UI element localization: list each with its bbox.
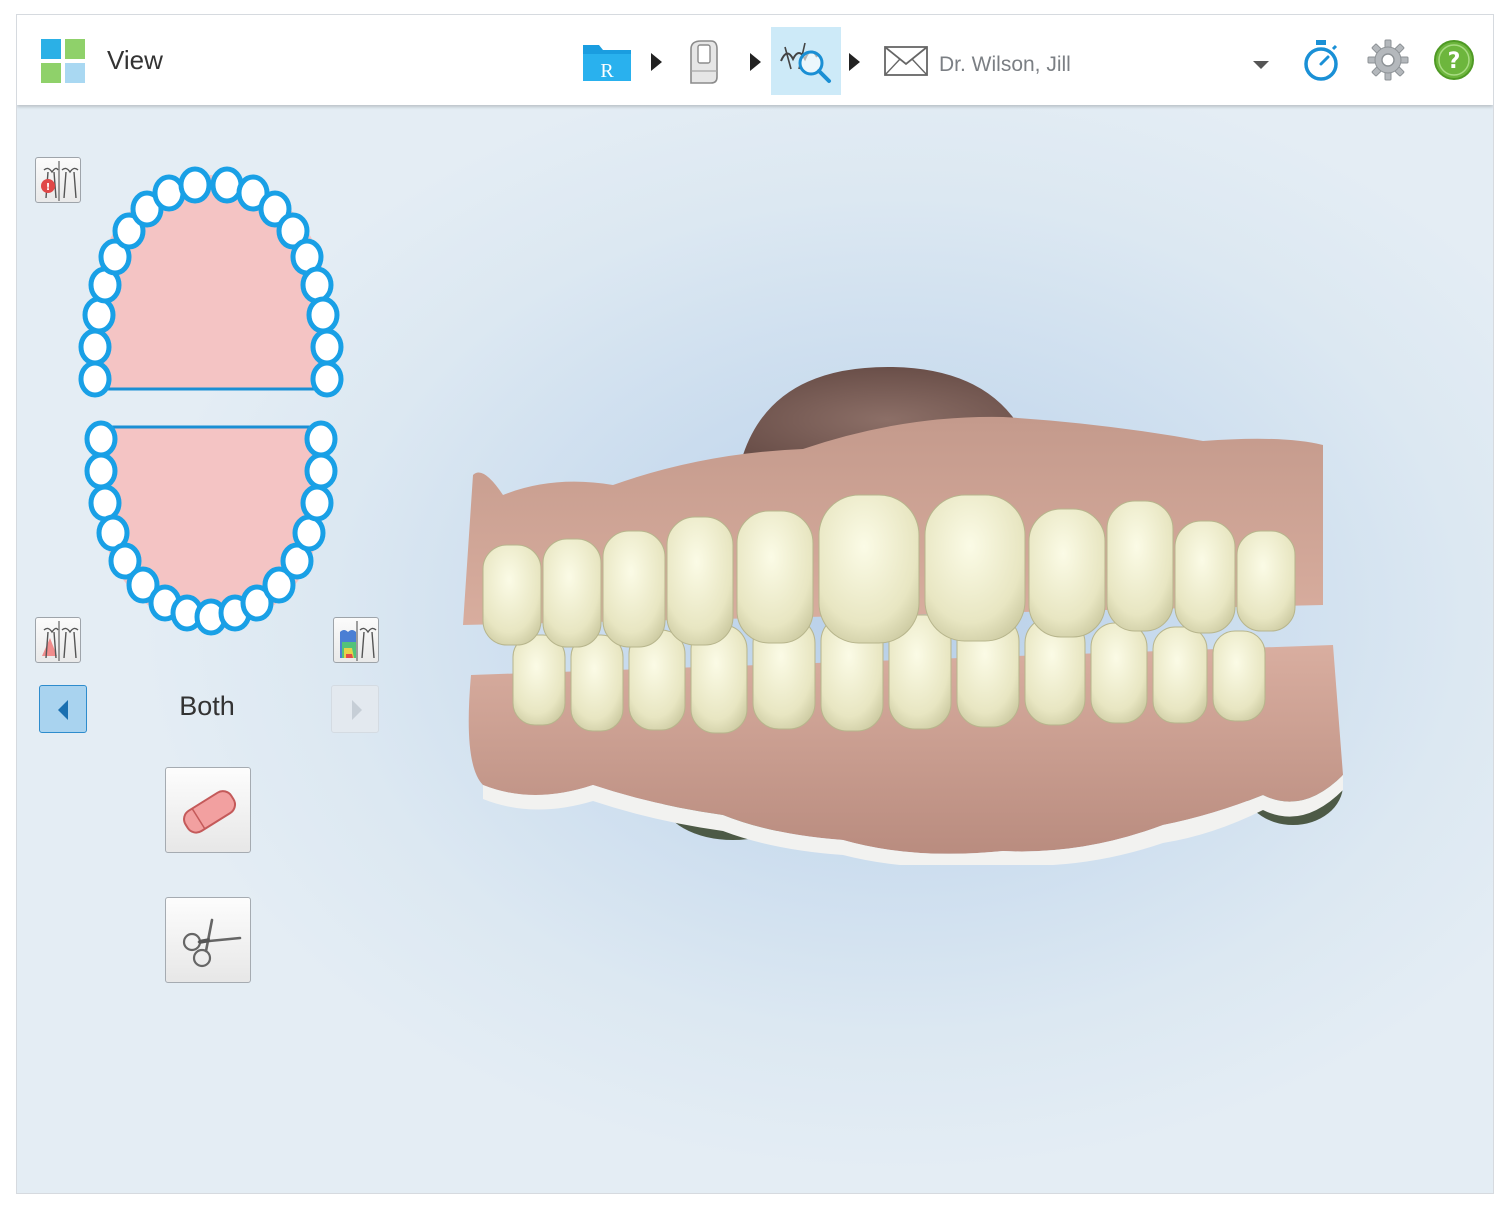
send-envelope-icon [884, 46, 928, 76]
workflow-step-rx[interactable]: R [581, 39, 633, 83]
next-jaw-button[interactable] [331, 685, 379, 733]
gear-icon [1367, 39, 1409, 81]
chevron-right-icon [352, 700, 362, 720]
lower-jaw[interactable] [87, 423, 335, 633]
jaw-selector-diagram [71, 151, 361, 651]
tooth-occlusion-icon [42, 621, 79, 661]
review-tool-button-alert[interactable]: ! [35, 157, 81, 203]
chevron-left-icon [58, 700, 68, 720]
view-magnify-icon [780, 42, 831, 83]
tooth-heatmap-icon [340, 621, 377, 661]
page-title: View [107, 45, 163, 75]
review-tool-button-heatmap[interactable] [333, 617, 379, 663]
eraser-tool-button[interactable] [165, 767, 251, 853]
trim-tool-button[interactable] [165, 897, 251, 983]
svg-text:R: R [600, 60, 614, 82]
workflow-arrow [849, 53, 860, 71]
help-question-icon: ? [1434, 40, 1474, 80]
stopwatch-icon [1304, 40, 1338, 81]
doctor-name: Dr. Wilson, Jill [939, 53, 1071, 76]
app-menu-grid-icon[interactable] [41, 39, 85, 83]
doctor-dropdown-chevron-down-icon[interactable] [1253, 61, 1269, 69]
svg-text:!: ! [46, 182, 51, 193]
scanner-wand-icon [690, 40, 718, 84]
review-tool-button-occlusion[interactable] [35, 617, 81, 663]
scissors-icon [182, 918, 242, 968]
app-window: View R Dr. Wilson, Jill ? ! Both [16, 14, 1494, 1194]
tooth-alert-icon: ! [41, 161, 79, 201]
workflow-arrow [651, 53, 662, 71]
rx-folder-icon: R [583, 45, 631, 82]
workflow-step-send[interactable] [883, 45, 929, 77]
3d-scan-model[interactable] [443, 345, 1343, 865]
eraser-icon [183, 790, 237, 834]
workflow-arrow [750, 53, 761, 71]
workflow-step-view[interactable] [771, 27, 841, 95]
jaw-selection-label: Both [179, 691, 235, 721]
timer-button[interactable] [1301, 39, 1341, 83]
svg-text:?: ? [1448, 49, 1461, 74]
previous-jaw-button[interactable] [39, 685, 87, 733]
upper-jaw[interactable] [81, 169, 341, 395]
settings-button[interactable] [1367, 39, 1409, 81]
workflow-step-scan[interactable] [683, 37, 723, 87]
help-button[interactable]: ? [1433, 39, 1475, 81]
top-toolbar: View R Dr. Wilson, Jill ? [17, 15, 1493, 105]
